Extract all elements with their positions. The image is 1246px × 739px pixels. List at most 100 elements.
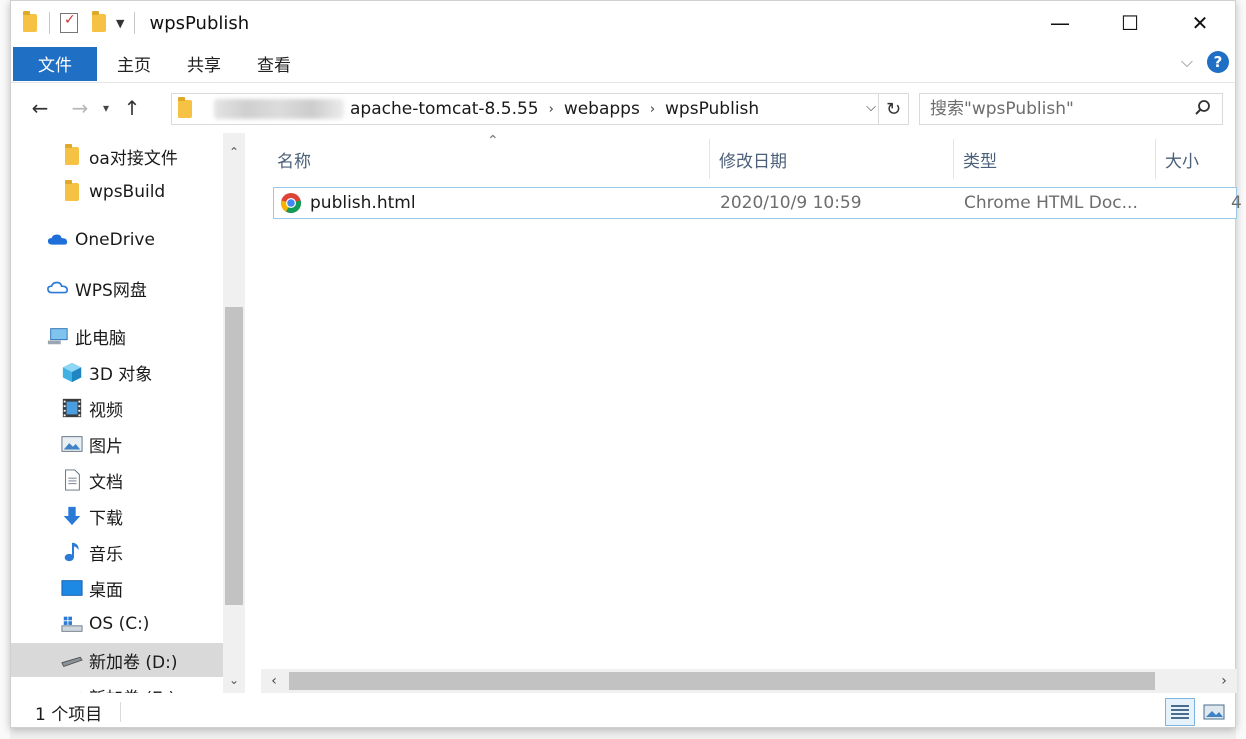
- blurred-path-segment: [214, 99, 344, 119]
- sidebar-item-pictures[interactable]: 图片: [61, 427, 123, 461]
- sidebar-item-wpsbuild[interactable]: wpsBuild: [61, 175, 165, 209]
- view-switcher: [1165, 698, 1229, 726]
- sidebar-item-label: 新加卷 (D:): [89, 652, 178, 673]
- customize-quick-access-icon[interactable]: ▼: [116, 17, 124, 30]
- sidebar-item-label: 音乐: [89, 544, 123, 565]
- sidebar-item-drive-c[interactable]: OS (C:): [61, 607, 149, 641]
- scrollbar-thumb[interactable]: [289, 672, 1155, 690]
- sidebar-item-label: 桌面: [89, 580, 123, 601]
- column-header-name[interactable]: 名称: [277, 147, 311, 172]
- file-list-pane: ⌃ 名称 修改日期 类型 大小 publish.html 2020/10/9 1…: [261, 133, 1242, 693]
- folder-icon[interactable]: [23, 11, 37, 32]
- large-icons-view-button[interactable]: [1199, 698, 1229, 726]
- ribbon-tabs: 文件 主页 共享 查看 ⌵ ?: [11, 45, 1235, 83]
- sidebar-item-documents[interactable]: 文档: [61, 463, 123, 497]
- forward-button[interactable]: →: [65, 96, 95, 120]
- scroll-left-icon[interactable]: ‹: [263, 669, 285, 693]
- sidebar-item-label: 3D 对象: [89, 364, 153, 385]
- sidebar-item-drive-d[interactable]: 新加卷 (D:): [11, 643, 223, 677]
- help-icon[interactable]: ?: [1207, 51, 1229, 73]
- column-header-type[interactable]: 类型: [963, 147, 997, 172]
- details-view-icon: [1171, 705, 1189, 719]
- sidebar-item-label: OS (C:): [89, 614, 150, 634]
- breadcrumb-tomcat[interactable]: apache-tomcat-8.5.55: [350, 99, 539, 119]
- download-icon: [63, 506, 81, 526]
- sidebar-item-label: WPS网盘: [75, 280, 147, 301]
- 3d-objects-icon: [62, 362, 82, 383]
- search-input[interactable]: [930, 99, 1180, 119]
- large-icons-view-icon: [1203, 704, 1225, 720]
- new-folder-icon[interactable]: [92, 11, 106, 32]
- ribbon-right-controls: ⌵ ?: [1181, 51, 1229, 73]
- breadcrumb-webapps[interactable]: webapps: [564, 99, 640, 119]
- tab-file[interactable]: 文件: [13, 46, 97, 81]
- sidebar-item-oa[interactable]: oa对接文件: [61, 139, 178, 173]
- folder-icon: [61, 144, 83, 167]
- toolbar-divider: [49, 12, 50, 34]
- sort-ascending-icon: ⌃: [487, 133, 499, 149]
- sidebar-item-onedrive[interactable]: OneDrive: [47, 223, 155, 257]
- properties-icon[interactable]: [60, 12, 78, 33]
- file-explorer-window: ▼ wpsPublish — ☐ ✕ 文件 主页 共享 查看 ⌵ ? ← → ▾…: [10, 0, 1242, 729]
- toolbar-divider: [134, 12, 136, 34]
- scroll-up-icon[interactable]: ⌃: [223, 141, 245, 163]
- desktop-icon: [61, 580, 83, 596]
- quick-access-toolbar: ▼: [23, 11, 145, 34]
- scrollbar-thumb[interactable]: [225, 307, 243, 605]
- folder-icon: [178, 97, 192, 118]
- sidebar-item-label: 下载: [89, 508, 123, 529]
- chevron-right-icon[interactable]: ›: [650, 102, 655, 117]
- column-divider[interactable]: [1155, 139, 1156, 179]
- column-divider[interactable]: [953, 139, 954, 179]
- details-view-button[interactable]: [1165, 698, 1195, 726]
- file-row[interactable]: publish.html 2020/10/9 10:59 Chrome HTML…: [273, 187, 1242, 219]
- sidebar-item-label: 新加卷 (E:): [89, 684, 175, 694]
- scroll-right-icon[interactable]: ›: [1213, 669, 1235, 693]
- sidebar-item-music[interactable]: 音乐: [61, 535, 123, 569]
- breadcrumb-wpspublish[interactable]: wpsPublish: [665, 99, 759, 119]
- music-icon: [64, 542, 79, 562]
- folder-icon: [61, 180, 83, 203]
- expand-ribbon-icon[interactable]: ⌵: [1181, 52, 1193, 72]
- sidebar-item-desktop[interactable]: 桌面: [61, 571, 123, 605]
- drive-icon: [79, 692, 81, 693]
- tab-share[interactable]: 共享: [169, 51, 239, 76]
- sidebar-item-label: 图片: [89, 436, 123, 457]
- chrome-html-file-icon: [280, 193, 302, 214]
- column-header-size[interactable]: 大小: [1165, 147, 1199, 172]
- sidebar-item-label: oa对接文件: [89, 148, 178, 169]
- wps-cloud-icon: [47, 281, 68, 294]
- sidebar-scrollbar[interactable]: ⌃ ⌄: [223, 133, 245, 693]
- tab-view[interactable]: 查看: [239, 51, 309, 76]
- refresh-button[interactable]: ↻: [878, 94, 908, 124]
- scroll-down-icon[interactable]: ⌄: [223, 669, 245, 691]
- minimize-button[interactable]: —: [1025, 1, 1095, 45]
- address-bar[interactable]: apache-tomcat-8.5.55 › webapps › wpsPubl…: [171, 93, 909, 125]
- status-bar: 1 个项目: [11, 695, 1235, 729]
- background-app-right: [1236, 0, 1246, 739]
- sidebar-item-wps-cloud[interactable]: WPS网盘: [47, 271, 147, 305]
- chevron-right-icon[interactable]: ›: [549, 102, 554, 117]
- sidebar-item-3d-objects[interactable]: 3D 对象: [61, 355, 152, 389]
- sidebar-item-downloads[interactable]: 下载: [61, 499, 123, 533]
- column-header-modified[interactable]: 修改日期: [719, 147, 787, 172]
- sidebar-item-label: 视频: [89, 400, 123, 421]
- onedrive-cloud-icon: [47, 234, 68, 245]
- sidebar-item-label: 此电脑: [75, 328, 126, 349]
- sidebar-item-videos[interactable]: 视频: [61, 391, 123, 425]
- column-divider[interactable]: [709, 139, 710, 179]
- back-button[interactable]: ←: [25, 96, 55, 120]
- sidebar-item-label: OneDrive: [75, 230, 155, 250]
- tab-home[interactable]: 主页: [99, 51, 169, 76]
- search-icon[interactable]: [1194, 99, 1212, 117]
- horizontal-scrollbar[interactable]: ‹ ›: [261, 669, 1237, 693]
- sidebar-item-this-pc[interactable]: 此电脑: [47, 319, 126, 353]
- sidebar-item-drive-e[interactable]: 新加卷 (E:): [61, 679, 175, 693]
- title-bar: ▼ wpsPublish — ☐ ✕: [11, 1, 1235, 45]
- maximize-button[interactable]: ☐: [1095, 1, 1165, 45]
- recent-locations-button[interactable]: ▾: [95, 101, 117, 115]
- address-history-dropdown-icon[interactable]: ⌵: [866, 100, 876, 115]
- navigation-bar: ← → ▾ ↑ apache-tomcat-8.5.55 › webapps ›…: [11, 85, 1235, 131]
- close-button[interactable]: ✕: [1165, 1, 1235, 45]
- up-button[interactable]: ↑: [117, 96, 147, 120]
